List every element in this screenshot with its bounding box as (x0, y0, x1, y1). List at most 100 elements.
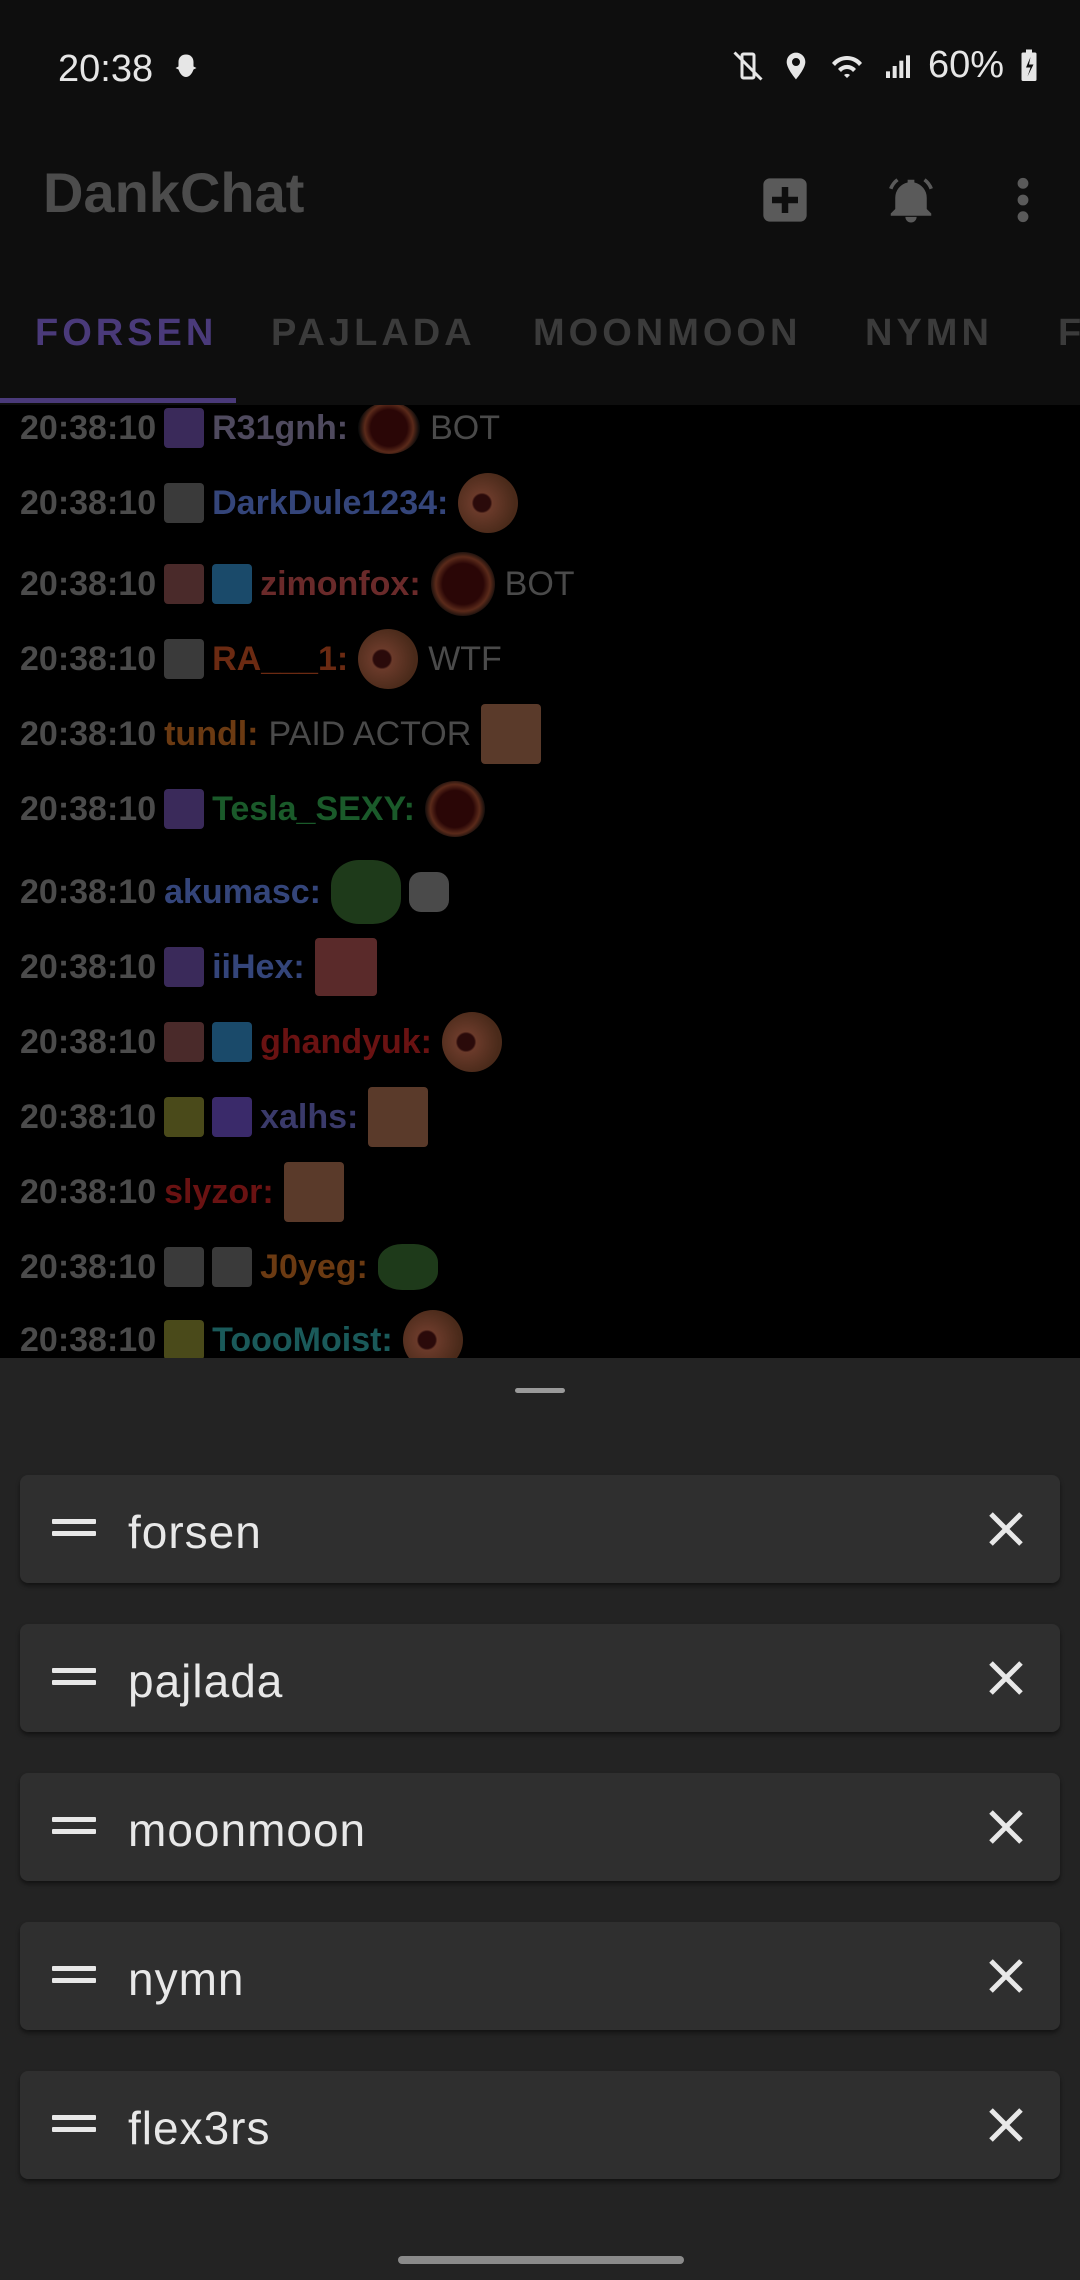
message-time: 20:38:10 (20, 1097, 157, 1136)
message-time: 20:38:10 (20, 1320, 157, 1359)
emote-icon (314, 938, 377, 996)
subscriber-badge-icon (164, 947, 205, 987)
message-time: 20:38:10 (20, 1022, 157, 1061)
emote-icon (330, 860, 401, 924)
user-badge-icon (164, 1097, 205, 1137)
message-text: BOT (430, 408, 501, 447)
emote-icon (458, 473, 519, 533)
chat-message: 20:38:10 ghandyuk: (20, 1007, 503, 1077)
user-badge-icon (164, 483, 205, 523)
tab-forsen[interactable]: FORSEN (35, 312, 217, 355)
signal-icon (885, 54, 910, 78)
message-username[interactable]: DarkDule1234: (212, 484, 448, 523)
user-badge-icon (164, 1320, 205, 1358)
chat-message: 20:38:10 tundl: PAID ACTOR (20, 699, 542, 769)
emote-icon (358, 405, 421, 454)
app-title: DankChat (43, 161, 305, 224)
channel-row-pajlada: pajlada (20, 1624, 1060, 1732)
remove-channel-button[interactable] (972, 1644, 1040, 1712)
emote-icon (402, 1310, 463, 1358)
channel-name: flex3rs (128, 2102, 271, 2154)
sheet-drag-handle[interactable] (515, 1388, 565, 1393)
status-time: 20:38 (58, 48, 154, 90)
remove-channel-button[interactable] (972, 1793, 1040, 1861)
mentions-button[interactable] (866, 155, 956, 245)
channel-name: pajlada (128, 1655, 284, 1707)
user-badge-icon (164, 1247, 205, 1287)
emote-icon (283, 1162, 344, 1222)
channel-row-nymn: nymn (20, 1922, 1060, 2030)
message-time: 20:38:10 (20, 714, 157, 753)
close-icon (989, 1959, 1023, 1993)
tab-nymn[interactable]: NYMN (865, 312, 993, 355)
subscriber-badge-icon (164, 408, 205, 448)
chat-message: 20:38:10 zimonfox: BOT (20, 549, 575, 619)
message-username[interactable]: R31gnh: (212, 409, 348, 448)
drag-handle-icon[interactable] (52, 2109, 96, 2141)
chat-message: 20:38:10 J0yeg: (20, 1232, 438, 1302)
remove-channel-button[interactable] (972, 1942, 1040, 2010)
drag-handle-icon[interactable] (52, 1513, 96, 1545)
chat-message: 20:38:10 R31gnh: BOT (20, 405, 500, 463)
channel-name: forsen (128, 1506, 262, 1558)
channels-bottom-sheet: forsen pajlada moonmoon nymn flex3rs (0, 1358, 1080, 2280)
drag-handle-icon[interactable] (52, 1960, 96, 1992)
user-badge-icon (164, 564, 205, 604)
chat-message: 20:38:10 slyzor: (20, 1157, 344, 1227)
message-username[interactable]: RA___1: (212, 640, 348, 679)
screen: 20:38 60% DankChat FORSEN PAJLADA MOONMO… (0, 0, 1080, 2280)
message-username[interactable]: iiHex: (212, 948, 305, 987)
overflow-menu-button[interactable] (978, 155, 1068, 245)
chat-message: 20:38:10 DarkDule1234: (20, 468, 519, 538)
battery-percent: 60% (927, 44, 1004, 86)
channel-tabs: FORSEN PAJLADA MOONMOON NYMN F (0, 280, 1080, 405)
channel-name: moonmoon (128, 1804, 367, 1856)
chat-message: 20:38:10 RA___1: WTF (20, 624, 502, 694)
add-channel-button[interactable] (740, 155, 830, 245)
remove-channel-button[interactable] (972, 2091, 1040, 2159)
snapchat-ghost-icon (175, 54, 197, 77)
chat-message: 20:38:10 Tesla_SEXY: (20, 774, 485, 844)
bell-icon (889, 178, 933, 223)
message-username[interactable]: xalhs: (260, 1098, 358, 1137)
channel-row-flex3rs: flex3rs (20, 2071, 1060, 2179)
message-username[interactable]: tundl: (164, 715, 258, 754)
app-toolbar: DankChat (0, 130, 1080, 280)
chat-message: 20:38:10 akumasc: (20, 857, 449, 927)
message-username[interactable]: zimonfox: (260, 565, 421, 604)
close-icon (989, 2108, 1023, 2142)
chat-message: 20:38:10 iiHex: (20, 932, 377, 1002)
wifi-icon (831, 55, 862, 78)
message-username[interactable]: ghandyuk: (260, 1023, 432, 1062)
emote-icon (481, 704, 542, 764)
remove-channel-button[interactable] (972, 1495, 1040, 1563)
chat-messages[interactable]: 20:38:10 R31gnh: BOT 20:38:10 DarkDule12… (0, 405, 1080, 1358)
user-badge-icon (164, 639, 205, 679)
battery-charging-icon (1021, 49, 1037, 81)
tab-moonmoon[interactable]: MOONMOON (533, 312, 801, 355)
emote-icon (377, 1244, 438, 1290)
crown-badge-icon (212, 564, 253, 604)
channel-row-moonmoon: moonmoon (20, 1773, 1060, 1881)
message-username[interactable]: akumasc: (164, 873, 321, 912)
status-bar: 20:38 60% (0, 0, 1080, 130)
message-time: 20:38:10 (20, 872, 157, 911)
emote-icon (368, 1087, 429, 1147)
emote-icon (408, 872, 449, 912)
chat-message: 20:38:10 ToooMoist: (20, 1305, 463, 1358)
tab-partial[interactable]: F (1058, 312, 1080, 355)
message-username[interactable]: slyzor: (164, 1173, 274, 1212)
drag-handle-icon[interactable] (52, 1811, 96, 1843)
message-text: PAID ACTOR (268, 714, 472, 753)
gesture-nav-bar[interactable] (398, 2256, 684, 2264)
message-username[interactable]: Tesla_SEXY: (212, 790, 415, 829)
channel-name: nymn (128, 1953, 245, 2005)
tab-pajlada[interactable]: PAJLADA (271, 312, 476, 355)
message-time: 20:38:10 (20, 789, 157, 828)
message-username[interactable]: J0yeg: (260, 1248, 368, 1287)
drag-handle-icon[interactable] (52, 1662, 96, 1694)
message-username[interactable]: ToooMoist: (212, 1321, 393, 1359)
crown-badge-icon (212, 1022, 253, 1062)
message-text: BOT (504, 564, 575, 603)
channel-row-forsen: forsen (20, 1475, 1060, 1583)
